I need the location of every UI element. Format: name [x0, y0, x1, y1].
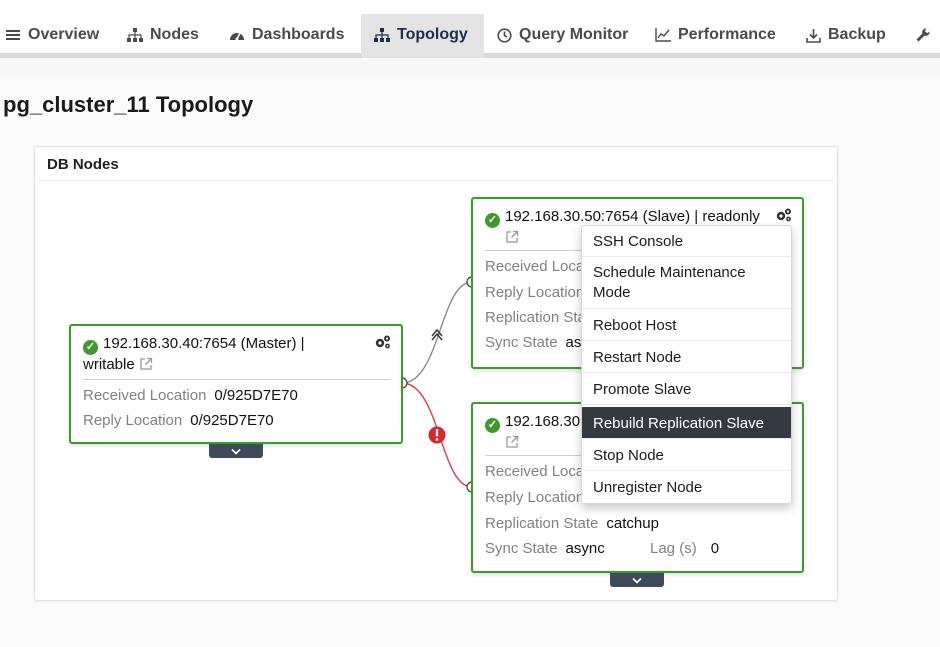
- master-node-card[interactable]: ✓ 192.168.30.40:7654 (Master) | writable …: [69, 324, 403, 444]
- replication-state-row: Replication State catchup: [485, 515, 659, 532]
- divider: [485, 455, 595, 456]
- master-node-title: ✓ 192.168.30.40:7654 (Master) | writable: [83, 335, 305, 373]
- menu-item-stop-node[interactable]: Stop Node: [582, 439, 791, 471]
- external-link-icon[interactable]: [505, 435, 519, 449]
- status-ok-icon: ✓: [83, 339, 98, 355]
- menu-item-rebuild-replication-slave[interactable]: Rebuild Replication Slave: [582, 407, 791, 439]
- menu-item-reboot-host[interactable]: Reboot Host: [582, 309, 791, 341]
- status-ok-icon: ✓: [485, 212, 500, 228]
- divider: [83, 379, 391, 380]
- chevron-down-icon: [632, 577, 642, 584]
- menu-item-schedule-maintenance[interactable]: Schedule Maintenance Mode: [582, 257, 791, 309]
- chevron-down-icon: [231, 448, 241, 455]
- sync-state-row: Sync State async: [485, 540, 605, 557]
- replication-state-row: Replication Sta: [485, 309, 586, 326]
- gears-icon[interactable]: [374, 334, 392, 354]
- gears-icon[interactable]: [775, 207, 793, 227]
- external-link-icon[interactable]: [505, 230, 519, 244]
- slave2-node-title: ✓ 192.168.30: [485, 412, 580, 453]
- node-context-menu: SSH Console Schedule Maintenance Mode Re…: [581, 225, 792, 504]
- sync-state-row: Sync State as: [485, 334, 582, 351]
- error-icon: [428, 426, 446, 444]
- master-expand-button[interactable]: [209, 444, 263, 458]
- reply-location-row: Reply Location: [485, 489, 585, 506]
- lag-row: Lag (s) 0: [650, 540, 720, 557]
- menu-item-unregister-node[interactable]: Unregister Node: [582, 471, 791, 503]
- status-ok-icon: ✓: [485, 417, 500, 433]
- divider: [485, 250, 595, 251]
- menu-item-ssh-console[interactable]: SSH Console: [582, 226, 791, 257]
- received-location-row: Received Loca: [485, 463, 585, 480]
- replication-link-ok: [401, 281, 473, 384]
- reply-location-row: Reply Location 0/925D7E70: [83, 412, 274, 429]
- external-link-icon[interactable]: [139, 357, 153, 371]
- slave2-expand-button[interactable]: [610, 573, 664, 587]
- received-location-row: Received Loca: [485, 258, 585, 275]
- menu-item-restart-node[interactable]: Restart Node: [582, 341, 791, 373]
- reply-location-row: Reply Location: [485, 284, 585, 301]
- menu-item-promote-slave[interactable]: Promote Slave: [582, 373, 791, 405]
- received-location-row: Received Location 0/925D7E70: [83, 387, 298, 404]
